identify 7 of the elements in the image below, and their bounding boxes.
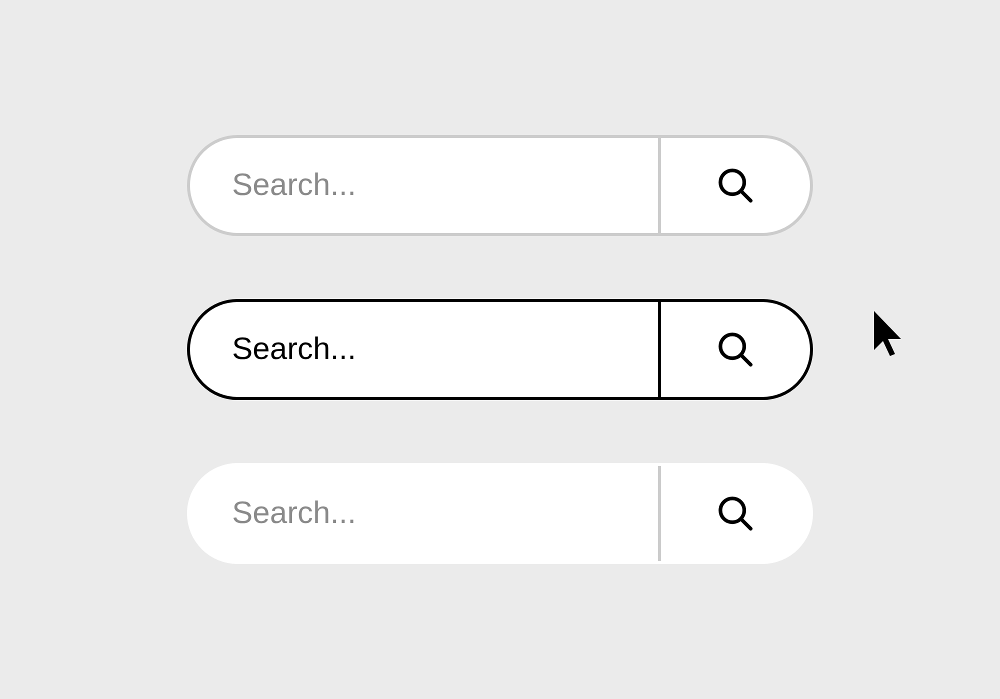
search-bar[interactable]: Search... xyxy=(187,299,813,400)
search-field[interactable]: Search... xyxy=(190,138,658,233)
pointer-cursor-icon xyxy=(873,310,903,358)
search-field[interactable]: Search... xyxy=(190,466,658,561)
search-bar[interactable]: Search... xyxy=(187,463,813,564)
search-bar[interactable]: Search... xyxy=(187,135,813,236)
search-field[interactable]: Search... xyxy=(190,302,658,397)
